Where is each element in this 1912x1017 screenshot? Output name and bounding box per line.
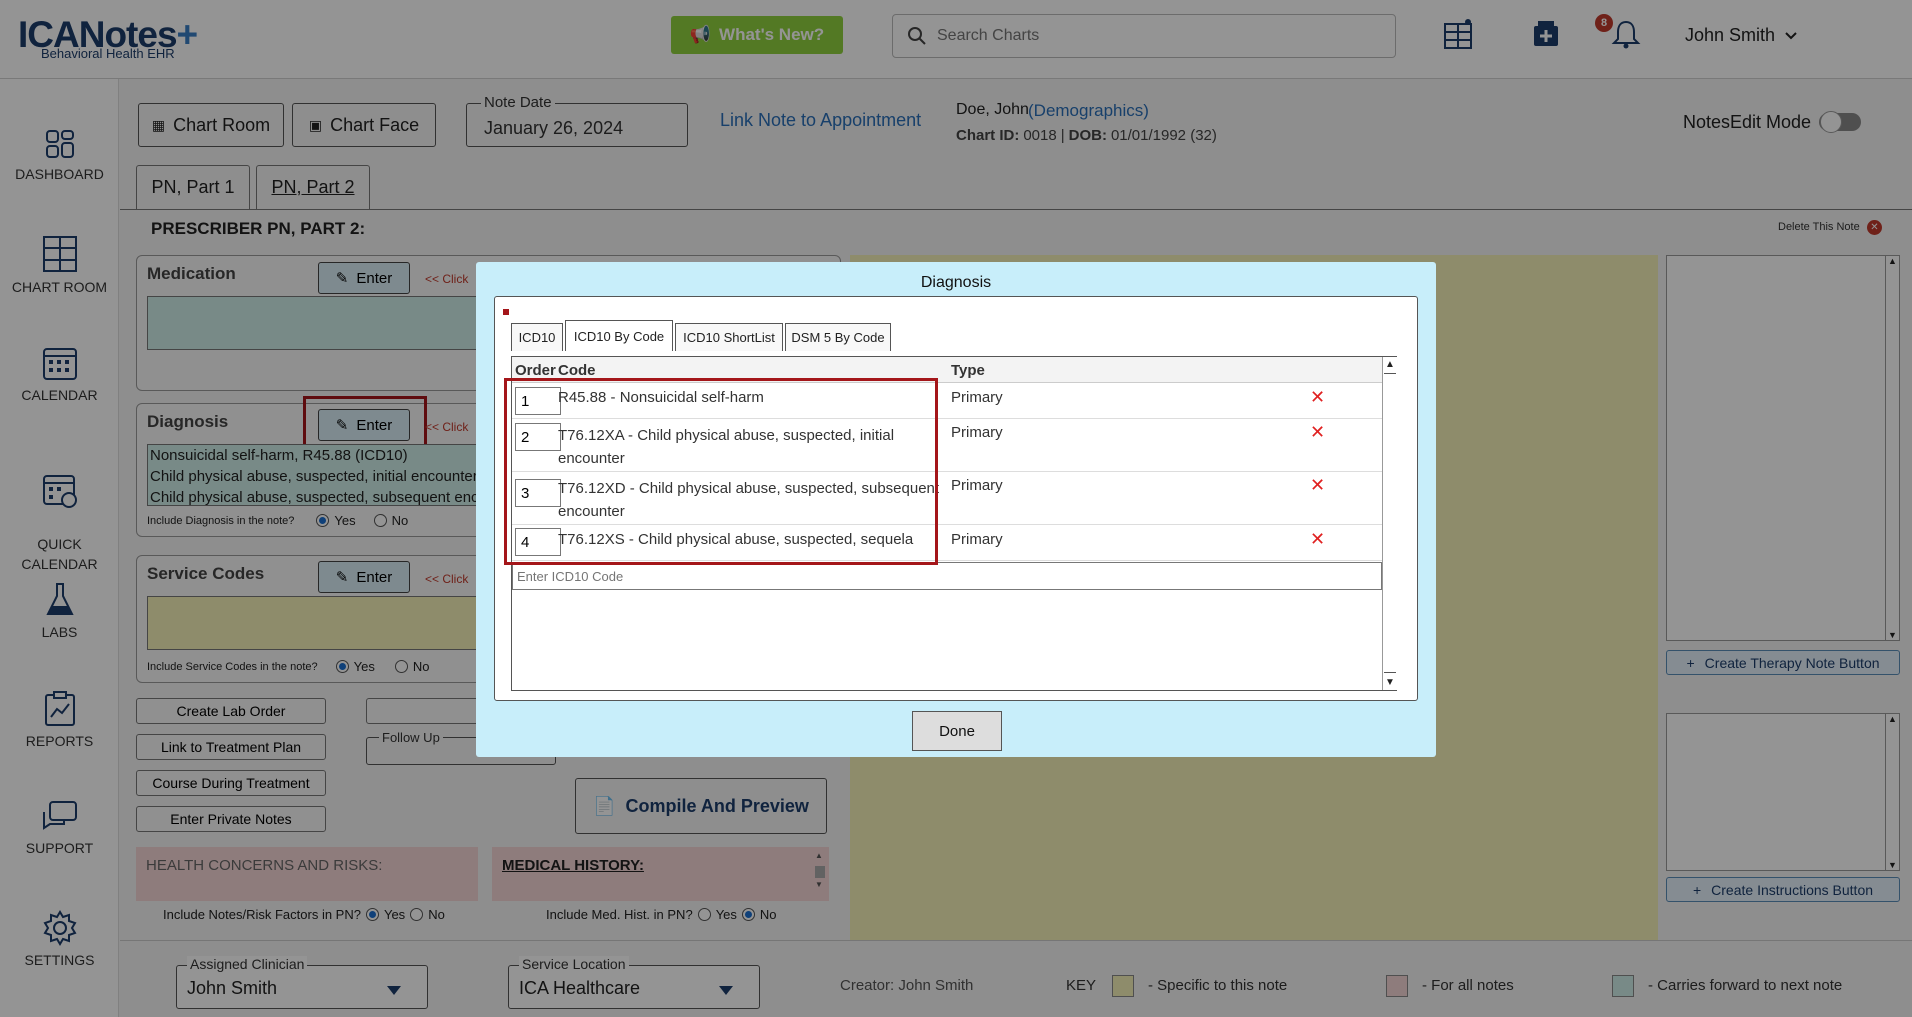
tab-icd10-shortlist[interactable]: ICD10 ShortList bbox=[675, 323, 783, 351]
rows-highlight bbox=[504, 378, 938, 565]
scrollbar[interactable]: ▲ ▼ bbox=[1382, 357, 1397, 690]
app-root: ICANotes+ Behavioral Health EHR 📢 What's… bbox=[0, 0, 1912, 1017]
scroll-down-icon[interactable]: ▼ bbox=[1384, 677, 1396, 688]
done-button[interactable]: Done bbox=[912, 711, 1002, 751]
delete-icon[interactable]: ✕ bbox=[1310, 475, 1325, 496]
tab-icd10-by-code[interactable]: ICD10 By Code bbox=[565, 320, 673, 351]
delete-icon[interactable]: ✕ bbox=[1310, 529, 1325, 550]
enter-icd10-input[interactable] bbox=[512, 562, 1382, 590]
tab-icd10[interactable]: ICD10 bbox=[511, 323, 563, 351]
tab-dsm5-by-code[interactable]: DSM 5 By Code bbox=[785, 323, 891, 351]
delete-icon[interactable]: ✕ bbox=[1310, 387, 1325, 408]
delete-icon[interactable]: ✕ bbox=[1310, 422, 1325, 443]
modal-title: Diagnosis bbox=[920, 274, 992, 291]
scroll-up-icon[interactable]: ▲ bbox=[1384, 359, 1396, 370]
